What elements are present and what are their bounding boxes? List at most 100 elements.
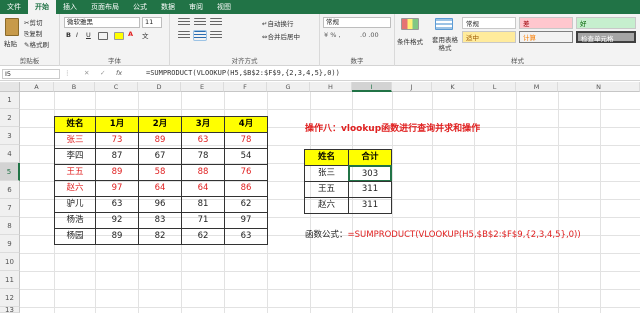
summary-header-cell[interactable]: 姓名: [304, 149, 349, 166]
table-cell[interactable]: 97: [95, 180, 139, 197]
row-header-10[interactable]: 10: [0, 253, 20, 271]
enter-icon[interactable]: ✓: [100, 69, 105, 77]
tab-view[interactable]: 视图: [210, 0, 238, 14]
column-header-b[interactable]: B: [54, 82, 95, 92]
tab-data[interactable]: 数据: [154, 0, 182, 14]
row-header-11[interactable]: 11: [0, 271, 20, 289]
tab-insert[interactable]: 插入: [56, 0, 84, 14]
row-header-7[interactable]: 7: [0, 199, 20, 217]
tab-review[interactable]: 审阅: [182, 0, 210, 14]
align-bottom-icon[interactable]: [210, 18, 222, 27]
font-name-select[interactable]: 微软雅黑: [64, 17, 140, 28]
align-top-icon[interactable]: [178, 18, 190, 27]
tab-home[interactable]: 开始: [28, 0, 56, 14]
table-cell[interactable]: 64: [181, 180, 225, 197]
align-center-icon[interactable]: [193, 30, 207, 41]
column-header-g[interactable]: G: [267, 82, 310, 92]
copy-button[interactable]: ⎘复制: [24, 28, 42, 39]
table-cell[interactable]: 87: [95, 148, 139, 165]
column-header-e[interactable]: E: [181, 82, 224, 92]
table-cell[interactable]: 63: [224, 228, 268, 245]
align-middle-icon[interactable]: [194, 18, 206, 27]
column-header-i[interactable]: I: [352, 82, 392, 92]
table-cell-name[interactable]: 王五: [54, 164, 96, 181]
table-cell-name[interactable]: 驴儿: [54, 196, 96, 213]
table-cell-name[interactable]: 杨园: [54, 228, 96, 245]
decimal-icon[interactable]: .0 .00: [360, 31, 379, 39]
table-header-cell[interactable]: 姓名: [54, 116, 96, 133]
table-cell[interactable]: 71: [181, 212, 225, 229]
column-header-a[interactable]: A: [20, 82, 54, 92]
column-header-k[interactable]: K: [432, 82, 474, 92]
summary-cell-total-selected[interactable]: 303: [348, 165, 392, 182]
table-cell-name[interactable]: 李四: [54, 148, 96, 165]
table-cell[interactable]: 64: [138, 180, 182, 197]
paste-icon[interactable]: [5, 18, 19, 36]
table-format-button[interactable]: 套用表格格式: [431, 36, 459, 52]
table-cell[interactable]: 58: [138, 164, 182, 181]
row-header-4[interactable]: 4: [0, 145, 20, 163]
table-cell[interactable]: 67: [138, 148, 182, 165]
number-format-select[interactable]: 常规: [323, 17, 391, 28]
summary-cell-total[interactable]: 311: [348, 197, 392, 214]
column-header-j[interactable]: J: [392, 82, 432, 92]
align-right-icon[interactable]: [210, 31, 222, 40]
table-cell[interactable]: 62: [224, 196, 268, 213]
table-cell-name[interactable]: 杨浩: [54, 212, 96, 229]
column-header-c[interactable]: C: [95, 82, 138, 92]
table-cell[interactable]: 89: [138, 132, 182, 149]
table-cell[interactable]: 96: [138, 196, 182, 213]
table-cell[interactable]: 73: [95, 132, 139, 149]
table-header-cell[interactable]: 2月: [138, 116, 182, 133]
conditional-format-icon[interactable]: [401, 18, 419, 30]
name-box-dropdown-icon[interactable]: ⋮: [64, 69, 71, 77]
table-cell-name[interactable]: 赵六: [54, 180, 96, 197]
row-header-1[interactable]: 1: [0, 92, 20, 109]
insert-function-button[interactable]: fx: [116, 69, 122, 77]
style-calculation[interactable]: 计算: [519, 31, 573, 43]
tab-formulas[interactable]: 公式: [126, 0, 154, 14]
currency-icon[interactable]: ¥ % ,: [324, 31, 341, 39]
style-neutral[interactable]: 适中: [462, 31, 516, 43]
format-painter-button[interactable]: ✎格式刷: [24, 39, 49, 49]
row-header-6[interactable]: 6: [0, 181, 20, 199]
column-header-h[interactable]: H: [310, 82, 352, 92]
align-left-icon[interactable]: [178, 31, 190, 40]
table-cell[interactable]: 88: [181, 164, 225, 181]
row-header-5[interactable]: 5: [0, 163, 20, 181]
cut-button[interactable]: ✂剪切: [24, 17, 42, 27]
table-cell[interactable]: 89: [95, 164, 139, 181]
summary-cell-name[interactable]: 赵六: [304, 197, 349, 214]
fill-color-icon[interactable]: [114, 32, 124, 40]
row-header-2[interactable]: 2: [0, 109, 20, 127]
formula-input[interactable]: =SUMPRODUCT(VLOOKUP(H5,$B$2:$F$9,{2,3,4,…: [146, 69, 340, 77]
table-cell[interactable]: 63: [181, 132, 225, 149]
underline-button[interactable]: U: [86, 31, 91, 39]
table-cell[interactable]: 92: [95, 212, 139, 229]
row-header-3[interactable]: 3: [0, 127, 20, 145]
style-normal[interactable]: 常规: [462, 17, 516, 29]
font-size-select[interactable]: 11: [142, 17, 162, 28]
column-header-l[interactable]: L: [474, 82, 516, 92]
tab-file[interactable]: 文件: [0, 0, 28, 14]
table-cell[interactable]: 76: [224, 164, 268, 181]
table-cell[interactable]: 89: [95, 228, 139, 245]
style-bad[interactable]: 差: [519, 17, 573, 29]
summary-header-cell[interactable]: 合计: [348, 149, 392, 166]
border-icon[interactable]: [98, 32, 108, 40]
table-cell[interactable]: 54: [224, 148, 268, 165]
style-good[interactable]: 好: [576, 17, 636, 29]
row-header-9[interactable]: 9: [0, 235, 20, 253]
table-cell[interactable]: 82: [138, 228, 182, 245]
table-cell[interactable]: 97: [224, 212, 268, 229]
style-check-cell[interactable]: 检查单元格: [576, 31, 636, 43]
bold-button[interactable]: B: [66, 31, 71, 39]
summary-cell-name[interactable]: 王五: [304, 181, 349, 198]
row-header-13[interactable]: 13: [0, 307, 20, 313]
conditional-format-button[interactable]: 条件格式: [397, 36, 423, 46]
table-cell[interactable]: 83: [138, 212, 182, 229]
table-header-cell[interactable]: 3月: [181, 116, 225, 133]
summary-cell-total[interactable]: 311: [348, 181, 392, 198]
column-header-n[interactable]: N: [558, 82, 640, 92]
name-box[interactable]: I5: [2, 69, 60, 79]
